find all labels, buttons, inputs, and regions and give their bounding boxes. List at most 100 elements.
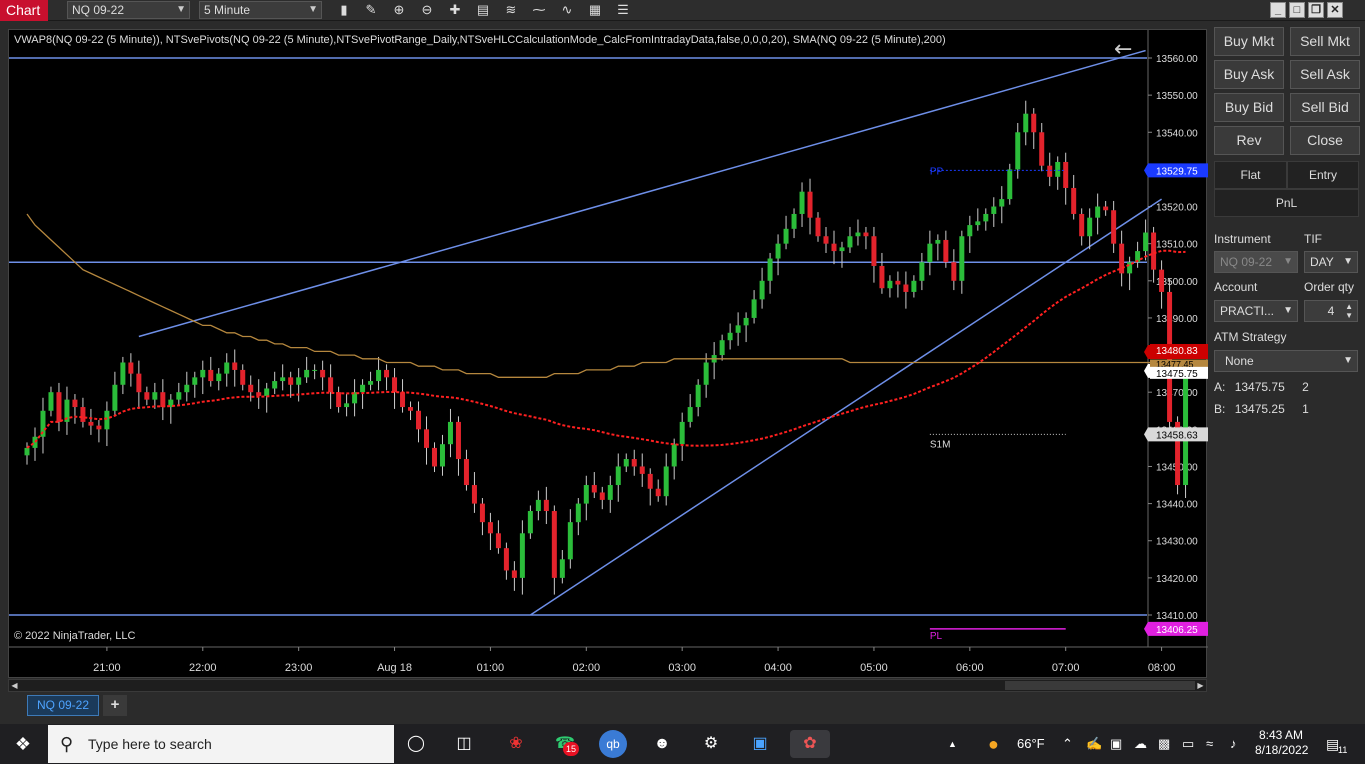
task-view-icon[interactable]: ◫ [450,730,478,758]
data-box-icon[interactable]: ▤ [473,1,493,19]
interval-selector[interactable]: 5 Minute ▼ [199,1,322,19]
tray-chevron-up-icon[interactable]: ⌃ [1062,724,1073,764]
candle-body [935,239,941,244]
tray-screen-icon[interactable]: ▩ [1158,724,1170,764]
candle-body [384,369,390,378]
reverse-button[interactable]: Rev [1214,126,1284,155]
instrument-selector[interactable]: NQ 09-22 ▼ [67,1,190,19]
scroll-thumb[interactable] [1005,681,1195,690]
draw-pencil-icon[interactable]: ✎ [361,1,381,19]
stepper-arrows-icon[interactable]: ▲ ▼ [1345,302,1353,320]
tab-nq-09-22[interactable]: NQ 09-22 [27,695,99,716]
tif-select[interactable]: DAY ▼ [1304,251,1358,273]
tray-pen-icon[interactable]: ✍ [1086,724,1102,764]
notification-icon[interactable]: ▤ 11 [1326,724,1347,764]
horizontal-scrollbar[interactable]: ◀ ▶ [8,679,1207,692]
candle-body [312,369,318,371]
bid-side: B: [1214,402,1226,416]
candle-body [967,225,973,237]
account-select[interactable]: PRACTI... ▼ [1214,300,1298,322]
candle-body [503,548,509,571]
candle-body [439,444,445,467]
weather-temp[interactable]: 66°F [1017,724,1045,764]
instrument-label: Instrument [1214,232,1271,246]
candle-body [887,280,893,289]
performance-icon[interactable]: ∿ [557,1,577,19]
settings-gear-icon[interactable]: ⚙ [697,730,725,758]
ninjatrader-taskbar-icon[interactable]: ✿ [790,730,830,758]
zoom-in-icon[interactable]: ⊕ [389,1,409,19]
volume-icon[interactable]: ♪ [1230,724,1237,764]
app-icon-2[interactable]: ☻ [648,730,676,758]
restore-button[interactable]: □ [1289,2,1305,18]
candle-body [208,369,214,382]
candle-body [288,377,294,385]
app-icon-1[interactable]: ❀ [502,730,530,758]
buy-ask-button[interactable]: Buy Ask [1214,60,1284,89]
scroll-right-icon[interactable]: ▶ [1195,680,1206,691]
price-tick-label: 13440.00 [1156,500,1198,511]
close-position-button[interactable]: Close [1290,126,1360,155]
ask-row: A: 13475.75 2 [1214,380,1309,394]
time-tick-label: 22:00 [189,662,217,674]
candle-body [104,410,110,430]
close-button[interactable]: ✕ [1327,2,1343,18]
sell-ask-button[interactable]: Sell Ask [1290,60,1360,89]
crosshair-icon[interactable]: ✚ [445,1,465,19]
chevron-down-icon: ▼ [176,4,186,15]
atm-strategy-value: None [1225,354,1254,368]
taskbar-search[interactable]: ⚲ Type here to search [48,725,394,763]
order-qty-stepper[interactable]: 4 ▲ ▼ [1304,300,1358,322]
strategies-icon[interactable]: ⁓ [529,1,549,19]
candle-body [815,217,821,237]
sma-200-line [26,213,1186,378]
candle-body [120,362,126,385]
properties-list-icon[interactable]: ☰ [613,1,633,19]
candle-body [879,265,885,289]
sell-market-button[interactable]: Sell Mkt [1290,27,1360,56]
whatsapp-icon[interactable]: ☎ 15 [551,730,579,758]
instrument-selector-value: NQ 09-22 [72,3,125,17]
candle-body [1087,217,1093,237]
buy-market-button[interactable]: Buy Mkt [1214,27,1284,56]
cortana-icon[interactable]: ◯ [402,730,430,758]
buy-bid-button[interactable]: Buy Bid [1214,93,1284,122]
candle-body [1151,232,1157,270]
indicators-icon[interactable]: ≋ [501,1,521,19]
price-marker-label: 13458.63 [1156,430,1198,441]
candle-body [471,485,477,504]
price-marker-label: 13529.75 [1156,166,1198,177]
candle-body [727,332,733,341]
add-tab-button[interactable]: + [103,695,127,716]
price-chart[interactable]: 13410.0013420.0013430.0013440.0013450.00… [9,30,1208,679]
tray-scroll-icon[interactable]: ▲ [948,724,957,764]
candle-body [511,570,517,578]
candle-body [583,485,589,504]
scroll-back-icon[interactable]: ← [1114,37,1132,62]
bars-style-icon[interactable]: ▮ [334,1,354,19]
sell-bid-button[interactable]: Sell Bid [1290,93,1360,122]
atm-strategy-select[interactable]: None ▼ [1214,350,1358,372]
candle-body [431,447,437,467]
photos-icon[interactable]: ▣ [746,730,774,758]
time-tick-label: 03:00 [668,662,696,674]
windows-start-icon[interactable]: ❖ [0,724,46,764]
properties-icon[interactable]: ▦ [585,1,605,19]
chart-panel[interactable]: 13410.0013420.0013430.0013440.0013450.00… [8,29,1208,679]
taskbar-clock[interactable]: 8:43 AM 8/18/2022 [1255,728,1308,758]
maximize-button[interactable]: ❐ [1308,2,1324,18]
ask-price: 13475.75 [1234,380,1285,394]
qbittorrent-icon[interactable]: qb [599,730,627,758]
wifi-icon[interactable]: ≈ [1206,724,1213,764]
minimize-button[interactable]: _ [1270,2,1286,18]
candle-body [192,377,198,385]
candle-body [871,236,877,266]
candle-body [527,511,533,534]
tray-meet-icon[interactable]: ▣ [1110,724,1122,764]
candle-body [1055,161,1061,177]
zoom-out-icon[interactable]: ⊖ [417,1,437,19]
scroll-left-icon[interactable]: ◀ [9,680,20,691]
tray-battery-icon[interactable]: ▭ [1182,724,1194,764]
price-tick-label: 13430.00 [1156,537,1198,548]
onedrive-cloud-icon[interactable]: ☁ [1134,724,1147,764]
